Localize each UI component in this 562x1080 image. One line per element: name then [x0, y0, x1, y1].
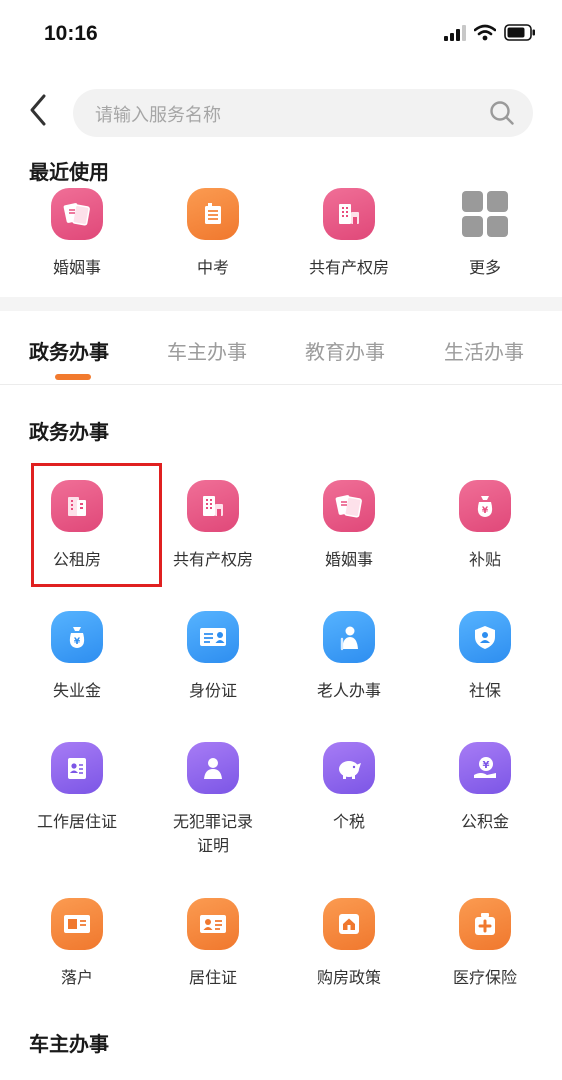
service-personal-tax[interactable]: 个税 — [284, 742, 414, 834]
service-label: 婚姻事 — [324, 550, 373, 569]
recent-item-label: 中考 — [196, 258, 229, 277]
wifi-icon — [474, 24, 496, 41]
svg-text:¥: ¥ — [482, 506, 489, 516]
back-chevron-icon[interactable] — [26, 92, 54, 128]
next-section-title: 车主办事 — [29, 1032, 109, 1056]
service-label: 身份证 — [188, 681, 237, 700]
recent-item-marriage[interactable]: 婚姻事 — [22, 188, 132, 278]
service-unemployment[interactable]: ¥ 失业金 — [12, 611, 142, 703]
service-label: 落户 — [60, 968, 93, 987]
service-no-criminal-record[interactable]: 无犯罪记录 证明 — [148, 742, 278, 858]
tab-divider — [0, 384, 562, 385]
id-card-icon — [187, 611, 239, 663]
medical-kit-icon — [459, 898, 511, 950]
svg-text:¥: ¥ — [74, 637, 81, 647]
service-label: 居住证 — [188, 968, 237, 987]
grid-more-icon — [462, 191, 508, 237]
service-label: 失业金 — [52, 681, 101, 700]
service-label: 老人办事 — [316, 681, 381, 700]
service-label: 工作居住证 — [36, 812, 117, 831]
residence-card-icon — [187, 898, 239, 950]
money-bag-icon: ¥ — [51, 611, 103, 663]
signal-icon — [444, 24, 466, 41]
service-label: 无犯罪记录 证明 — [148, 810, 278, 858]
service-residence-permit[interactable]: 居住证 — [148, 898, 278, 990]
tab-education[interactable]: 教育办事 — [305, 336, 385, 365]
section-title: 政务办事 — [29, 420, 109, 444]
shield-user-icon — [459, 611, 511, 663]
service-label-line2: 证明 — [196, 836, 229, 855]
work-permit-icon — [51, 742, 103, 794]
service-social-security[interactable]: 社保 — [420, 611, 550, 703]
marriage-certificate-icon — [323, 480, 375, 532]
tab-car-owner[interactable]: 车主办事 — [167, 336, 247, 365]
tab-government[interactable]: 政务办事 — [29, 336, 109, 365]
recent-item-more[interactable]: 更多 — [430, 188, 540, 278]
service-housing-policy[interactable]: 购房政策 — [284, 898, 414, 990]
service-work-residence-permit[interactable]: 工作居住证 — [12, 742, 142, 834]
recent-item-exam[interactable]: 中考 — [158, 188, 268, 278]
service-label: 个税 — [332, 812, 365, 831]
service-household-registration[interactable]: 落户 — [12, 898, 142, 990]
service-shared-ownership-housing[interactable]: 共有产权房 — [148, 480, 278, 572]
service-label: 补贴 — [468, 550, 501, 569]
status-icons — [444, 24, 536, 41]
building-icon — [187, 480, 239, 532]
search-icon[interactable] — [489, 100, 515, 126]
recent-item-label: 共有产权房 — [308, 258, 389, 277]
recent-item-shared-housing[interactable]: 共有产权房 — [294, 188, 404, 278]
tab-life[interactable]: 生活办事 — [444, 336, 524, 365]
battery-icon — [504, 24, 535, 41]
service-medical-insurance[interactable]: 医疗保险 — [420, 898, 550, 990]
school-building-icon — [187, 188, 239, 240]
house-icon — [323, 898, 375, 950]
highlight-box — [31, 463, 162, 587]
service-label: 公积金 — [460, 812, 509, 831]
piggy-bank-icon — [323, 742, 375, 794]
search-input[interactable]: 请输入服务名称 — [73, 89, 533, 137]
recent-title: 最近使用 — [29, 160, 109, 184]
status-time: 10:16 — [44, 22, 98, 45]
service-label-line1: 无犯罪记录 — [172, 812, 253, 831]
service-housing-fund[interactable]: ¥ 公积金 — [420, 742, 550, 834]
svg-text:¥: ¥ — [483, 760, 490, 771]
service-label: 购房政策 — [316, 968, 381, 987]
service-label: 医疗保险 — [452, 968, 517, 987]
service-label: 共有产权房 — [172, 550, 253, 569]
elderly-person-icon — [323, 611, 375, 663]
recent-item-label: 婚姻事 — [52, 258, 101, 277]
tab-active-indicator — [55, 374, 91, 380]
search-placeholder: 请输入服务名称 — [95, 105, 221, 126]
person-icon — [187, 742, 239, 794]
service-elderly[interactable]: 老人办事 — [284, 611, 414, 703]
household-register-icon — [51, 898, 103, 950]
service-subsidy[interactable]: ¥ 补贴 — [420, 480, 550, 572]
building-icon — [323, 188, 375, 240]
money-bag-icon: ¥ — [459, 480, 511, 532]
service-id-card[interactable]: 身份证 — [148, 611, 278, 703]
marriage-certificate-icon — [51, 188, 103, 240]
service-label: 社保 — [468, 681, 501, 700]
section-divider — [0, 297, 562, 311]
hand-coin-icon: ¥ — [459, 742, 511, 794]
service-marriage[interactable]: 婚姻事 — [284, 480, 414, 572]
recent-item-label: 更多 — [468, 258, 501, 277]
